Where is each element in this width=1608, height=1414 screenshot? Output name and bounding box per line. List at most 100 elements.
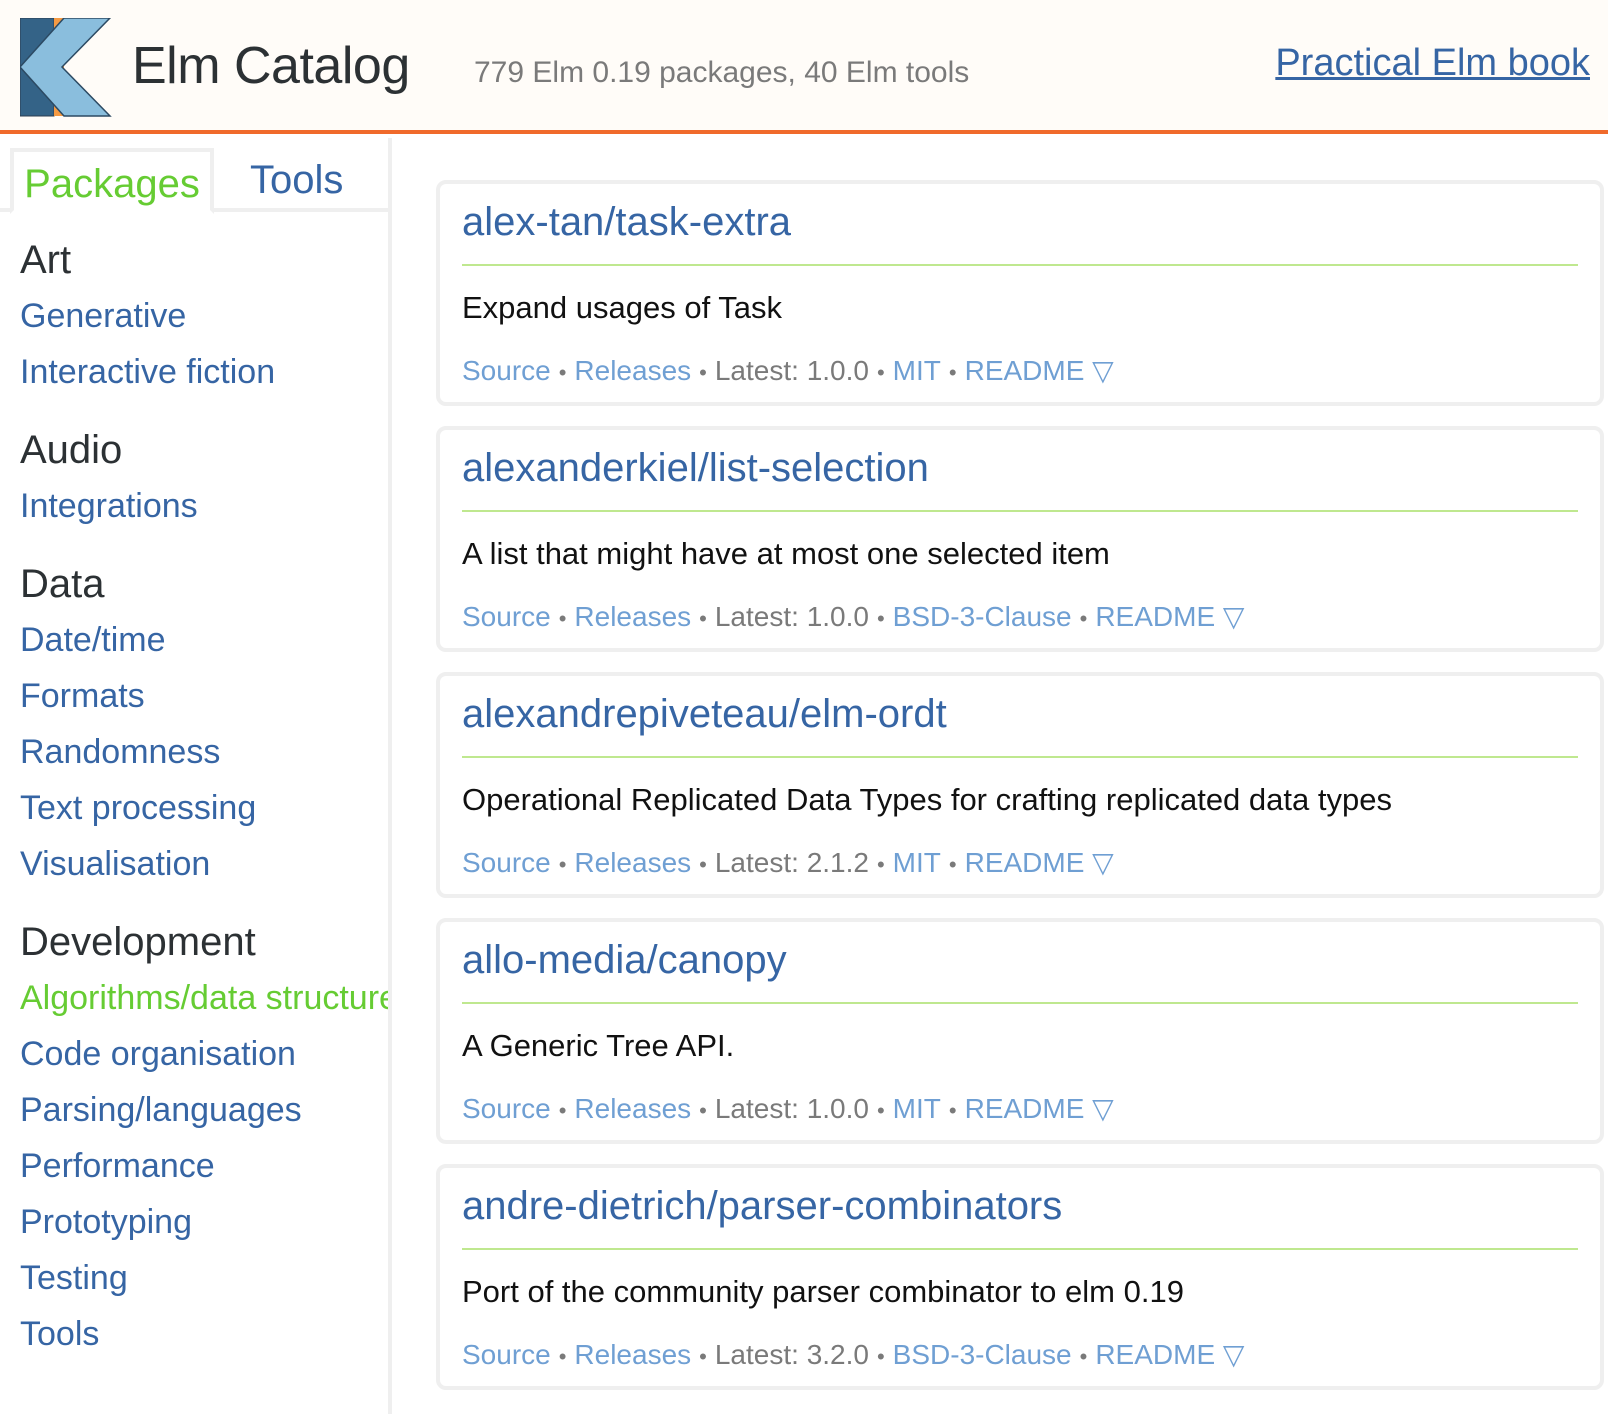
readme-toggle[interactable]: README ▽ xyxy=(965,847,1114,878)
releases-link[interactable]: Releases xyxy=(574,1093,691,1124)
category-heading: Data xyxy=(20,562,105,606)
latest-version: Latest: 3.2.0 xyxy=(714,1339,869,1370)
category-group-art: Art Generative Interactive fiction xyxy=(20,232,388,400)
releases-link[interactable]: Releases xyxy=(574,1339,691,1370)
license-link[interactable]: MIT xyxy=(893,355,941,386)
latest-version: Latest: 2.1.2 xyxy=(714,847,869,878)
package-name-link[interactable]: andre-dietrich/parser-combinators xyxy=(462,1184,1062,1229)
readme-toggle[interactable]: README ▽ xyxy=(965,355,1114,386)
releases-link[interactable]: Releases xyxy=(574,601,691,632)
package-name-link[interactable]: alex-tan/task-extra xyxy=(462,200,791,245)
latest-version: Latest: 1.0.0 xyxy=(714,601,869,632)
separator: • xyxy=(876,1344,885,1369)
separator: • xyxy=(948,852,957,877)
separator: • xyxy=(876,360,885,385)
package-description: A Generic Tree API. xyxy=(462,1028,735,1063)
sidebar-item-code-organisation[interactable]: Code organisation xyxy=(20,1026,388,1082)
source-link[interactable]: Source xyxy=(462,355,551,386)
license-link[interactable]: MIT xyxy=(893,1093,941,1124)
package-description: A list that might have at most one selec… xyxy=(462,536,1110,571)
category-heading: Audio xyxy=(20,428,123,472)
elm-catalog-logo-icon[interactable] xyxy=(20,18,112,118)
separator: • xyxy=(1079,1344,1088,1369)
latest-version: Latest: 1.0.0 xyxy=(714,355,869,386)
site-title: Elm Catalog xyxy=(132,37,410,95)
sidebar-item-algorithms-data-structures[interactable]: Algorithms/data structures xyxy=(20,970,388,1026)
source-link[interactable]: Source xyxy=(462,1339,551,1370)
separator: • xyxy=(558,852,567,877)
package-description: Expand usages of Task xyxy=(462,290,782,325)
separator: • xyxy=(699,360,707,385)
sidebar-item-randomness[interactable]: Randomness xyxy=(20,724,388,780)
sidebar-item-parsing-languages[interactable]: Parsing/languages xyxy=(20,1082,388,1138)
sidebar-item-interactive-fiction[interactable]: Interactive fiction xyxy=(20,344,388,400)
separator: • xyxy=(558,360,567,385)
divider xyxy=(462,756,1578,758)
category-group-development: Development Algorithms/data structures C… xyxy=(20,914,388,1362)
divider xyxy=(462,510,1578,512)
sidebar-item-testing[interactable]: Testing xyxy=(20,1250,388,1306)
separator: • xyxy=(876,1098,885,1123)
tab-tools[interactable]: Tools xyxy=(250,148,343,212)
sidebar-item-prototyping[interactable]: Prototyping xyxy=(20,1194,388,1250)
sidebar-item-performance[interactable]: Performance xyxy=(20,1138,388,1194)
separator: • xyxy=(558,1098,567,1123)
license-link[interactable]: MIT xyxy=(893,847,941,878)
readme-toggle[interactable]: README ▽ xyxy=(1095,601,1244,632)
category-heading: Art xyxy=(20,238,72,282)
sidebar-item-visualisation[interactable]: Visualisation xyxy=(20,836,388,892)
category-group-data: Data Date/time Formats Randomness Text p… xyxy=(20,556,388,892)
sidebar-item-generative[interactable]: Generative xyxy=(20,288,388,344)
sidebar-tabs: Packages Tools xyxy=(0,148,388,214)
separator: • xyxy=(876,606,885,631)
separator: • xyxy=(558,1344,567,1369)
package-name-link[interactable]: alexanderkiel/list-selection xyxy=(462,446,929,491)
tab-packages[interactable]: Packages xyxy=(10,148,214,214)
category-heading: Development xyxy=(20,920,256,964)
divider xyxy=(462,1248,1578,1250)
sidebar-item-formats[interactable]: Formats xyxy=(20,668,388,724)
sidebar-item-integrations[interactable]: Integrations xyxy=(20,478,388,534)
separator: • xyxy=(699,1344,707,1369)
sidebar-item-date-time[interactable]: Date/time xyxy=(20,612,388,668)
package-meta: Source • Releases • Latest: 3.2.0 • BSD-3-Clau… xyxy=(462,1338,1244,1371)
package-description: Operational Replicated Data Types for cr… xyxy=(462,782,1392,817)
package-card: alexandrepiveteau/elm-ordt Operational R… xyxy=(436,672,1604,898)
divider xyxy=(462,264,1578,266)
practical-elm-book-link[interactable]: Practical Elm book xyxy=(1275,42,1590,85)
package-card: alexanderkiel/list-selection A list that… xyxy=(436,426,1604,652)
separator: • xyxy=(876,852,885,877)
package-meta: Source • Releases • Latest: 1.0.0 • MIT • README… xyxy=(462,1092,1114,1125)
category-group-audio: Audio Integrations xyxy=(20,422,388,534)
package-name-link[interactable]: alexandrepiveteau/elm-ordt xyxy=(462,692,947,737)
license-link[interactable]: BSD-3-Clause xyxy=(893,601,1072,632)
separator: • xyxy=(1079,606,1088,631)
source-link[interactable]: Source xyxy=(462,601,551,632)
separator: • xyxy=(948,360,957,385)
separator: • xyxy=(699,1098,707,1123)
package-list: alex-tan/task-extra Expand usages of Tas… xyxy=(436,180,1608,1410)
package-meta: Source • Releases • Latest: 2.1.2 • MIT • README… xyxy=(462,846,1114,879)
latest-version: Latest: 1.0.0 xyxy=(714,1093,869,1124)
sidebar: Packages Tools Art Generative Interactiv… xyxy=(0,138,392,1414)
category-list: Art Generative Interactive fiction Audio… xyxy=(20,232,388,1384)
readme-toggle[interactable]: README ▽ xyxy=(965,1093,1114,1124)
separator: • xyxy=(699,852,707,877)
package-name-link[interactable]: allo-media/canopy xyxy=(462,938,787,983)
license-link[interactable]: BSD-3-Clause xyxy=(893,1339,1072,1370)
sidebar-item-text-processing[interactable]: Text processing xyxy=(20,780,388,836)
separator: • xyxy=(699,606,707,631)
releases-link[interactable]: Releases xyxy=(574,355,691,386)
package-card: andre-dietrich/parser-combinators Port o… xyxy=(436,1164,1604,1390)
releases-link[interactable]: Releases xyxy=(574,847,691,878)
package-count: 779 Elm 0.19 packages, 40 Elm tools xyxy=(474,56,970,89)
divider xyxy=(462,1002,1578,1004)
separator: • xyxy=(558,606,567,631)
sidebar-item-tools[interactable]: Tools xyxy=(20,1306,388,1362)
package-description: Port of the community parser combinator … xyxy=(462,1274,1184,1309)
readme-toggle[interactable]: README ▽ xyxy=(1095,1339,1244,1370)
package-card: alex-tan/task-extra Expand usages of Tas… xyxy=(436,180,1604,406)
separator: • xyxy=(948,1098,957,1123)
source-link[interactable]: Source xyxy=(462,847,551,878)
source-link[interactable]: Source xyxy=(462,1093,551,1124)
